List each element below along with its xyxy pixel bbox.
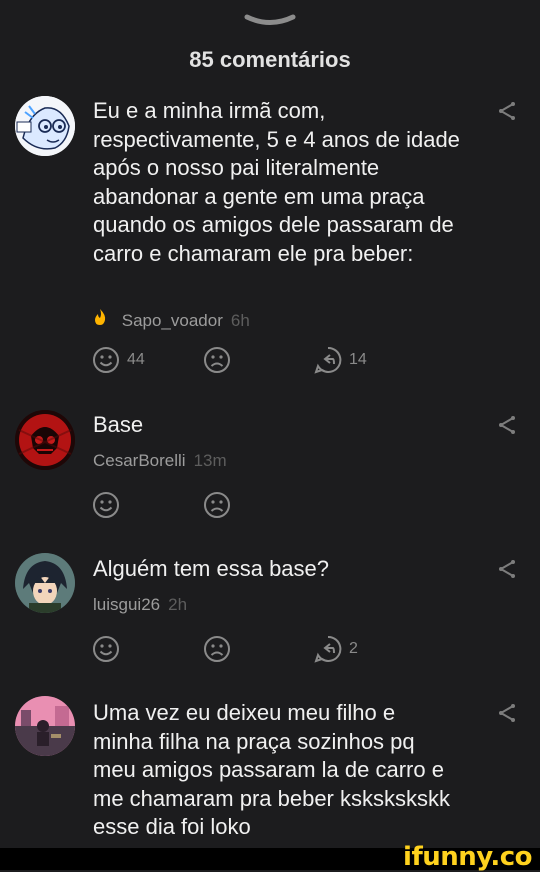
- avatar[interactable]: [15, 696, 75, 756]
- ifunny-watermark: ifunny.co: [403, 842, 532, 872]
- username[interactable]: CesarBorelli: [93, 451, 186, 470]
- frown-icon: [204, 636, 230, 662]
- share-icon[interactable]: [496, 100, 518, 122]
- comment-meta: luisgui26 2h: [93, 595, 187, 615]
- dislike-button[interactable]: [203, 346, 231, 374]
- chevron-down-icon[interactable]: [244, 12, 296, 28]
- comment-text: Eu e a minha irmã com, respectivamente, …: [93, 98, 460, 266]
- flame-icon: [93, 308, 107, 331]
- comments-count-title: 85 comentários: [189, 47, 351, 72]
- username[interactable]: Sapo_voador: [122, 311, 223, 330]
- comment-meta: Sapo_voador 6h: [93, 308, 250, 331]
- timestamp: 2h: [168, 595, 188, 614]
- share-icon[interactable]: [496, 414, 518, 436]
- reply-icon: [314, 635, 342, 663]
- reply-button[interactable]: 2: [314, 635, 358, 663]
- like-button[interactable]: 44: [92, 346, 145, 374]
- dislike-button[interactable]: [203, 635, 231, 663]
- smile-icon: [93, 492, 119, 518]
- share-icon[interactable]: [496, 558, 518, 580]
- comment-text: Alguém tem essa base?: [93, 556, 330, 581]
- smile-icon: [93, 636, 119, 662]
- comment-meta: CesarBorelli 13m: [93, 451, 227, 471]
- share-icon[interactable]: [496, 702, 518, 724]
- timestamp: 6h: [230, 311, 250, 330]
- avatar[interactable]: [15, 553, 75, 613]
- like-count: 44: [127, 351, 145, 368]
- reply-icon: [314, 346, 342, 374]
- reply-button[interactable]: 14: [314, 346, 367, 374]
- reply-count: 2: [349, 640, 358, 657]
- comment-text: Uma vez eu deixeu meu filho e minha filh…: [93, 700, 450, 839]
- frown-icon: [204, 347, 230, 373]
- dislike-button[interactable]: [203, 491, 231, 519]
- comment-text: Base: [93, 412, 144, 437]
- like-button[interactable]: [92, 635, 120, 663]
- avatar[interactable]: [15, 96, 75, 156]
- reply-count: 14: [349, 351, 367, 368]
- smile-icon: [93, 347, 119, 373]
- username[interactable]: luisgui26: [93, 595, 160, 614]
- avatar[interactable]: [15, 410, 75, 470]
- frown-icon: [204, 492, 230, 518]
- like-button[interactable]: [92, 491, 120, 519]
- timestamp: 13m: [193, 451, 227, 470]
